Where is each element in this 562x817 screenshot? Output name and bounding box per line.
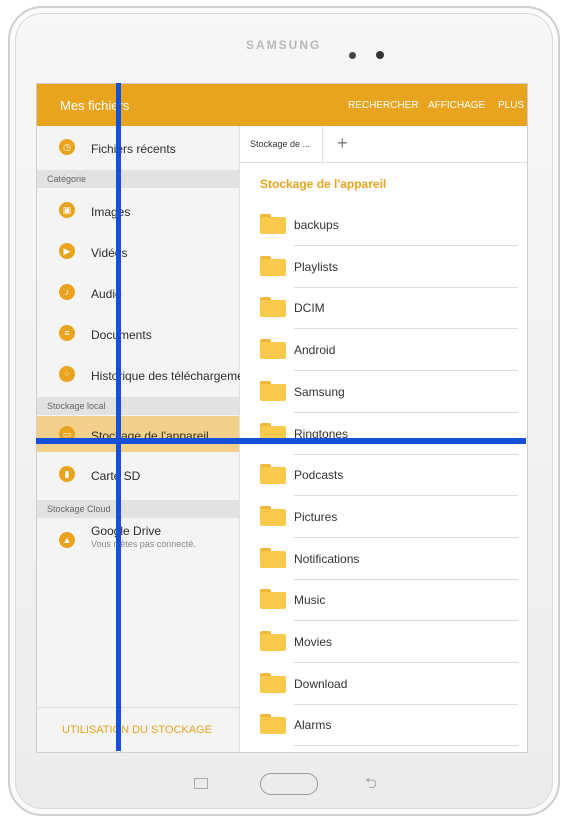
sidebar-item-label: Google Drive bbox=[91, 524, 162, 538]
storage-usage-footer[interactable]: UTILISATION DU STOCKAGE bbox=[37, 707, 239, 752]
sidebar-item-audio[interactable]: ♪ Audio bbox=[37, 278, 239, 308]
folder-icon bbox=[260, 714, 286, 735]
folder-icon bbox=[260, 547, 286, 568]
front-camera bbox=[376, 51, 384, 59]
folder-row[interactable]: Download bbox=[260, 663, 518, 705]
sidebar-item-label: Images bbox=[91, 205, 131, 219]
sidebar-item-images[interactable]: ▣ Images bbox=[37, 196, 239, 226]
folder-name: Music bbox=[294, 593, 326, 608]
section-label: Stockage local bbox=[47, 401, 106, 411]
sidebar-item-label: Fichiers récents bbox=[91, 142, 176, 156]
recent-apps-icon[interactable] bbox=[194, 778, 208, 789]
sidebar-item-google-drive[interactable]: ▲ Google Drive Vous n'êtes pas connecté. bbox=[37, 522, 239, 558]
folder-icon bbox=[260, 505, 286, 526]
folder-name: Movies bbox=[294, 635, 333, 649]
overlay-horizontal-line bbox=[36, 438, 526, 444]
folder-icon bbox=[260, 214, 286, 234]
folder-icon bbox=[260, 589, 286, 610]
app-bar: Mes fichiers RECHERCHER AFFICHAGE PLUS bbox=[37, 84, 527, 126]
section-header-local: Stockage local bbox=[37, 397, 239, 415]
sidebar-item-sublabel: Vous n'êtes pas connecté. bbox=[91, 539, 196, 549]
folder-row[interactable]: Samsung bbox=[260, 371, 518, 413]
folder-name: Pictures bbox=[294, 509, 338, 524]
sidebar-item-recent[interactable]: ◷ Fichiers récents bbox=[37, 132, 239, 162]
folder-name: Podcasts bbox=[294, 468, 344, 483]
divider bbox=[294, 745, 518, 747]
section-header-category: Catégorie bbox=[37, 170, 239, 188]
folder-name: Alarms bbox=[294, 718, 332, 733]
clock-icon: ◷ bbox=[59, 139, 75, 155]
sidebar-item-sd-card[interactable]: ▮ Carte SD bbox=[37, 460, 239, 490]
sidebar-item-device-storage[interactable]: ▭ Stockage de l'appareil bbox=[37, 416, 239, 452]
folder-icon bbox=[260, 464, 286, 485]
folder-row[interactable]: Music bbox=[260, 579, 518, 622]
sd-card-icon: ▮ bbox=[59, 466, 75, 482]
folder-name: Playlists bbox=[294, 259, 339, 274]
storage-usage-button[interactable]: UTILISATION DU STOCKAGE bbox=[62, 724, 212, 736]
folder-row[interactable]: Movies bbox=[260, 621, 518, 663]
folder-name: Download bbox=[294, 676, 348, 691]
download-history-icon: ⁘ bbox=[59, 366, 75, 382]
folder-icon bbox=[260, 380, 286, 401]
more-button[interactable]: PLUS bbox=[498, 100, 524, 111]
tab-label: Stockage de ... bbox=[250, 139, 311, 149]
sidebar-item-documents[interactable]: ≡ Documents bbox=[37, 319, 239, 349]
sidebar-item-videos[interactable]: ▶ Vidéos bbox=[37, 237, 239, 267]
folder-icon bbox=[260, 672, 286, 693]
folder-icon bbox=[260, 339, 286, 360]
folder-row[interactable]: DCIM bbox=[260, 287, 518, 330]
folder-name: DCIM bbox=[294, 301, 325, 316]
add-tab-button[interactable]: + bbox=[337, 133, 348, 154]
section-label: Stockage Cloud bbox=[47, 504, 111, 514]
home-button[interactable] bbox=[260, 773, 318, 795]
folder-name: Android bbox=[294, 343, 336, 358]
video-icon: ▶ bbox=[59, 243, 75, 259]
folder-name: Notifications bbox=[294, 551, 360, 566]
folder-row[interactable]: Podcasts bbox=[260, 454, 518, 497]
folder-icon bbox=[260, 631, 286, 651]
music-note-icon: ♪ bbox=[59, 284, 75, 300]
folder-row[interactable]: Android bbox=[260, 329, 518, 372]
search-button[interactable]: RECHERCHER bbox=[348, 100, 419, 111]
brand-logo: SAMSUNG bbox=[246, 38, 322, 52]
sensor bbox=[349, 52, 356, 59]
folder-icon bbox=[260, 255, 286, 276]
folder-row[interactable]: Notifications bbox=[260, 538, 518, 580]
back-icon[interactable]: ⮌ bbox=[365, 773, 377, 798]
folder-name: Samsung bbox=[294, 384, 345, 399]
document-icon: ≡ bbox=[59, 325, 75, 341]
folder-row[interactable]: Alarms bbox=[260, 704, 518, 747]
folder-row[interactable]: Ringtones bbox=[260, 413, 518, 455]
section-label: Catégorie bbox=[47, 174, 87, 184]
folder-row[interactable]: Pictures bbox=[260, 496, 518, 538]
breadcrumb: Stockage de l'appareil bbox=[260, 177, 387, 191]
folder-row[interactable]: Playlists bbox=[260, 246, 518, 288]
view-button[interactable]: AFFICHAGE bbox=[428, 100, 485, 111]
overlay-vertical-line bbox=[116, 83, 121, 751]
tab-bar: Stockage de ... + bbox=[240, 126, 527, 163]
folder-row[interactable]: backups bbox=[260, 204, 518, 246]
image-icon: ▣ bbox=[59, 202, 75, 218]
folder-name: backups bbox=[294, 218, 339, 232]
folder-icon bbox=[260, 297, 286, 318]
tab-device-storage[interactable]: Stockage de ... bbox=[240, 126, 323, 162]
sidebar-item-label: Documents bbox=[91, 328, 152, 342]
sidebar-item-downloads[interactable]: ⁘ Historique des téléchargements bbox=[37, 360, 260, 390]
screen: Mes fichiers RECHERCHER AFFICHAGE PLUS ◷… bbox=[36, 83, 528, 753]
cloud-drive-icon: ▲ bbox=[59, 532, 75, 548]
sidebar-item-label: Vidéos bbox=[91, 246, 128, 260]
section-header-cloud: Stockage Cloud bbox=[37, 500, 239, 518]
